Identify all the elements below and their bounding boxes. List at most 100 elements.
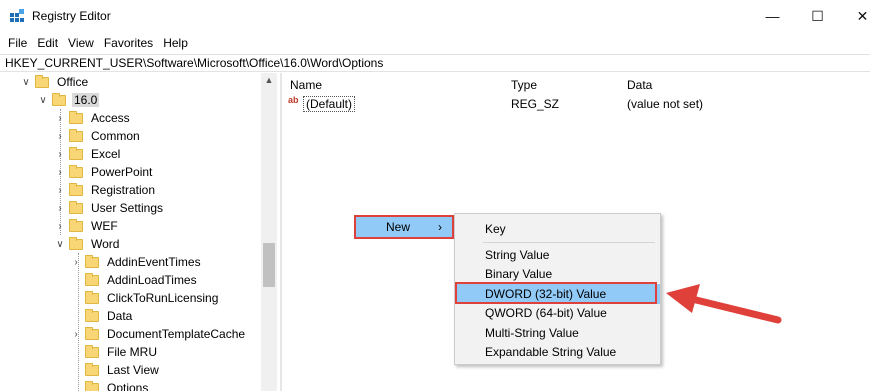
tree-node-access[interactable]: › Access bbox=[54, 109, 132, 127]
tree-node-data[interactable]: Data bbox=[70, 307, 134, 325]
submenu-qword-value[interactable]: QWORD (64-bit) Value bbox=[455, 303, 660, 323]
tree-node-label: User Settings bbox=[91, 201, 164, 215]
submenu-key[interactable]: Key bbox=[455, 219, 660, 239]
folder-icon bbox=[69, 110, 83, 124]
tree-node-16-0[interactable]: ∨ 16.0 bbox=[37, 91, 100, 109]
chevron-down-icon[interactable]: ∨ bbox=[54, 239, 66, 250]
tree-scrollbar[interactable]: ▲ bbox=[261, 73, 277, 391]
new-submenu: Key String Value Binary Value DWORD (32-… bbox=[454, 213, 661, 365]
folder-icon bbox=[69, 146, 83, 160]
submenu-expandable-string-value[interactable]: Expandable String Value bbox=[455, 342, 660, 362]
folder-icon bbox=[69, 218, 83, 232]
value-data: (value not set) bbox=[627, 97, 704, 111]
folder-icon bbox=[85, 380, 99, 391]
folder-icon bbox=[69, 236, 83, 250]
tree-node-label: AddinEventTimes bbox=[107, 255, 201, 269]
folder-icon bbox=[69, 128, 83, 142]
submenu-separator bbox=[483, 242, 655, 243]
submenu-string-value[interactable]: String Value bbox=[455, 245, 660, 265]
chevron-right-icon[interactable]: › bbox=[54, 221, 66, 232]
tree-node-label: DocumentTemplateCache bbox=[107, 327, 246, 341]
tree-node-documenttemplatecache[interactable]: › DocumentTemplateCache bbox=[70, 325, 247, 343]
tree-node-clicktorunlicensing[interactable]: ClickToRunLicensing bbox=[70, 289, 220, 307]
folder-icon bbox=[85, 308, 99, 322]
tree-node-label: ClickToRunLicensing bbox=[107, 291, 219, 305]
tree-node-powerpoint[interactable]: › PowerPoint bbox=[54, 163, 154, 181]
folder-icon bbox=[85, 290, 99, 304]
tree-node-label: Data bbox=[107, 309, 133, 323]
chevron-right-icon[interactable]: › bbox=[54, 203, 66, 214]
tree-node-label: Access bbox=[91, 111, 130, 125]
tree-node-excel[interactable]: › Excel bbox=[54, 145, 122, 163]
tree-node-label: File MRU bbox=[107, 345, 157, 359]
menu-view[interactable]: View bbox=[63, 36, 99, 50]
tree-node-file-mru[interactable]: File MRU bbox=[70, 343, 159, 361]
tree-node-office[interactable]: ∨ Office bbox=[20, 73, 90, 91]
column-header-name[interactable]: Name bbox=[290, 78, 322, 92]
tree-node-label: Options bbox=[107, 381, 149, 391]
chevron-right-icon[interactable]: › bbox=[54, 131, 66, 142]
pane-splitter[interactable] bbox=[280, 73, 282, 391]
folder-icon bbox=[85, 272, 99, 286]
tree-node-label: Common bbox=[91, 129, 140, 143]
tree-node-label: PowerPoint bbox=[91, 165, 153, 179]
chevron-right-icon[interactable]: › bbox=[54, 149, 66, 160]
context-menu-new[interactable]: New › bbox=[355, 216, 453, 238]
tree-node-last-view[interactable]: Last View bbox=[70, 361, 161, 379]
key-tree: ∨ Office ∨ 16.0 › Access › Common › Exce… bbox=[0, 73, 277, 391]
submenu-dword-value[interactable]: DWORD (32-bit) Value bbox=[455, 284, 660, 304]
tree-node-user-settings[interactable]: › User Settings bbox=[54, 199, 165, 217]
tree-node-registration[interactable]: › Registration bbox=[54, 181, 157, 199]
address-bar[interactable]: HKEY_CURRENT_USER\Software\Microsoft\Off… bbox=[0, 54, 870, 72]
chevron-down-icon[interactable]: ∨ bbox=[20, 77, 32, 88]
context-menu-new-label: New bbox=[386, 220, 411, 234]
scrollbar-thumb[interactable] bbox=[263, 243, 275, 287]
folder-icon bbox=[69, 200, 83, 214]
tree-node-options[interactable]: Options bbox=[70, 379, 150, 391]
folder-icon bbox=[85, 362, 99, 376]
chevron-right-icon: › bbox=[438, 220, 442, 234]
value-row-default[interactable]: (Default) bbox=[303, 96, 356, 112]
chevron-right-icon[interactable]: › bbox=[54, 167, 66, 178]
folder-icon bbox=[52, 92, 66, 106]
value-name: (Default) bbox=[303, 96, 356, 112]
tree-node-label: Word bbox=[91, 237, 120, 251]
folder-icon bbox=[35, 74, 49, 88]
chevron-down-icon[interactable]: ∨ bbox=[37, 95, 49, 106]
column-header-data[interactable]: Data bbox=[627, 78, 652, 92]
menu-favorites[interactable]: Favorites bbox=[99, 36, 158, 50]
chevron-right-icon[interactable]: › bbox=[54, 113, 66, 124]
tree-node-addinloadtimes[interactable]: AddinLoadTimes bbox=[70, 271, 199, 289]
folder-icon bbox=[85, 254, 99, 268]
maximize-button[interactable]: ☐ bbox=[795, 0, 840, 32]
folder-icon bbox=[69, 182, 83, 196]
tree-node-common[interactable]: › Common bbox=[54, 127, 142, 145]
menu-file[interactable]: File bbox=[3, 36, 32, 50]
registry-editor-icon bbox=[10, 9, 24, 22]
chevron-right-icon[interactable]: › bbox=[70, 329, 82, 340]
tree-node-label: WEF bbox=[91, 219, 118, 233]
close-button[interactable]: ✕ bbox=[840, 0, 870, 32]
column-header-type[interactable]: Type bbox=[511, 78, 537, 92]
folder-icon bbox=[69, 164, 83, 178]
value-type: REG_SZ bbox=[511, 97, 560, 111]
menu-bar: File Edit View Favorites Help bbox=[0, 33, 870, 53]
submenu-binary-value[interactable]: Binary Value bbox=[455, 264, 660, 284]
tree-node-label: Registration bbox=[91, 183, 156, 197]
menu-edit[interactable]: Edit bbox=[32, 36, 63, 50]
tree-node-wef[interactable]: › WEF bbox=[54, 217, 120, 235]
minimize-button[interactable]: — bbox=[750, 0, 795, 32]
tree-node-label: Excel bbox=[91, 147, 121, 161]
chevron-right-icon[interactable]: › bbox=[70, 257, 82, 268]
folder-icon bbox=[85, 326, 99, 340]
annotation-arrow-icon bbox=[666, 284, 782, 324]
menu-help[interactable]: Help bbox=[158, 36, 193, 50]
tree-node-addineventtimes[interactable]: › AddinEventTimes bbox=[70, 253, 203, 271]
submenu-multi-string-value[interactable]: Multi-String Value bbox=[455, 323, 660, 343]
chevron-right-icon[interactable]: › bbox=[54, 185, 66, 196]
string-value-icon: ab bbox=[288, 95, 299, 105]
title-bar: Registry Editor — ☐ ✕ bbox=[0, 0, 870, 32]
window-title: Registry Editor bbox=[32, 9, 111, 23]
tree-node-word[interactable]: ∨ Word bbox=[54, 235, 121, 253]
scroll-up-icon[interactable]: ▲ bbox=[261, 73, 277, 87]
